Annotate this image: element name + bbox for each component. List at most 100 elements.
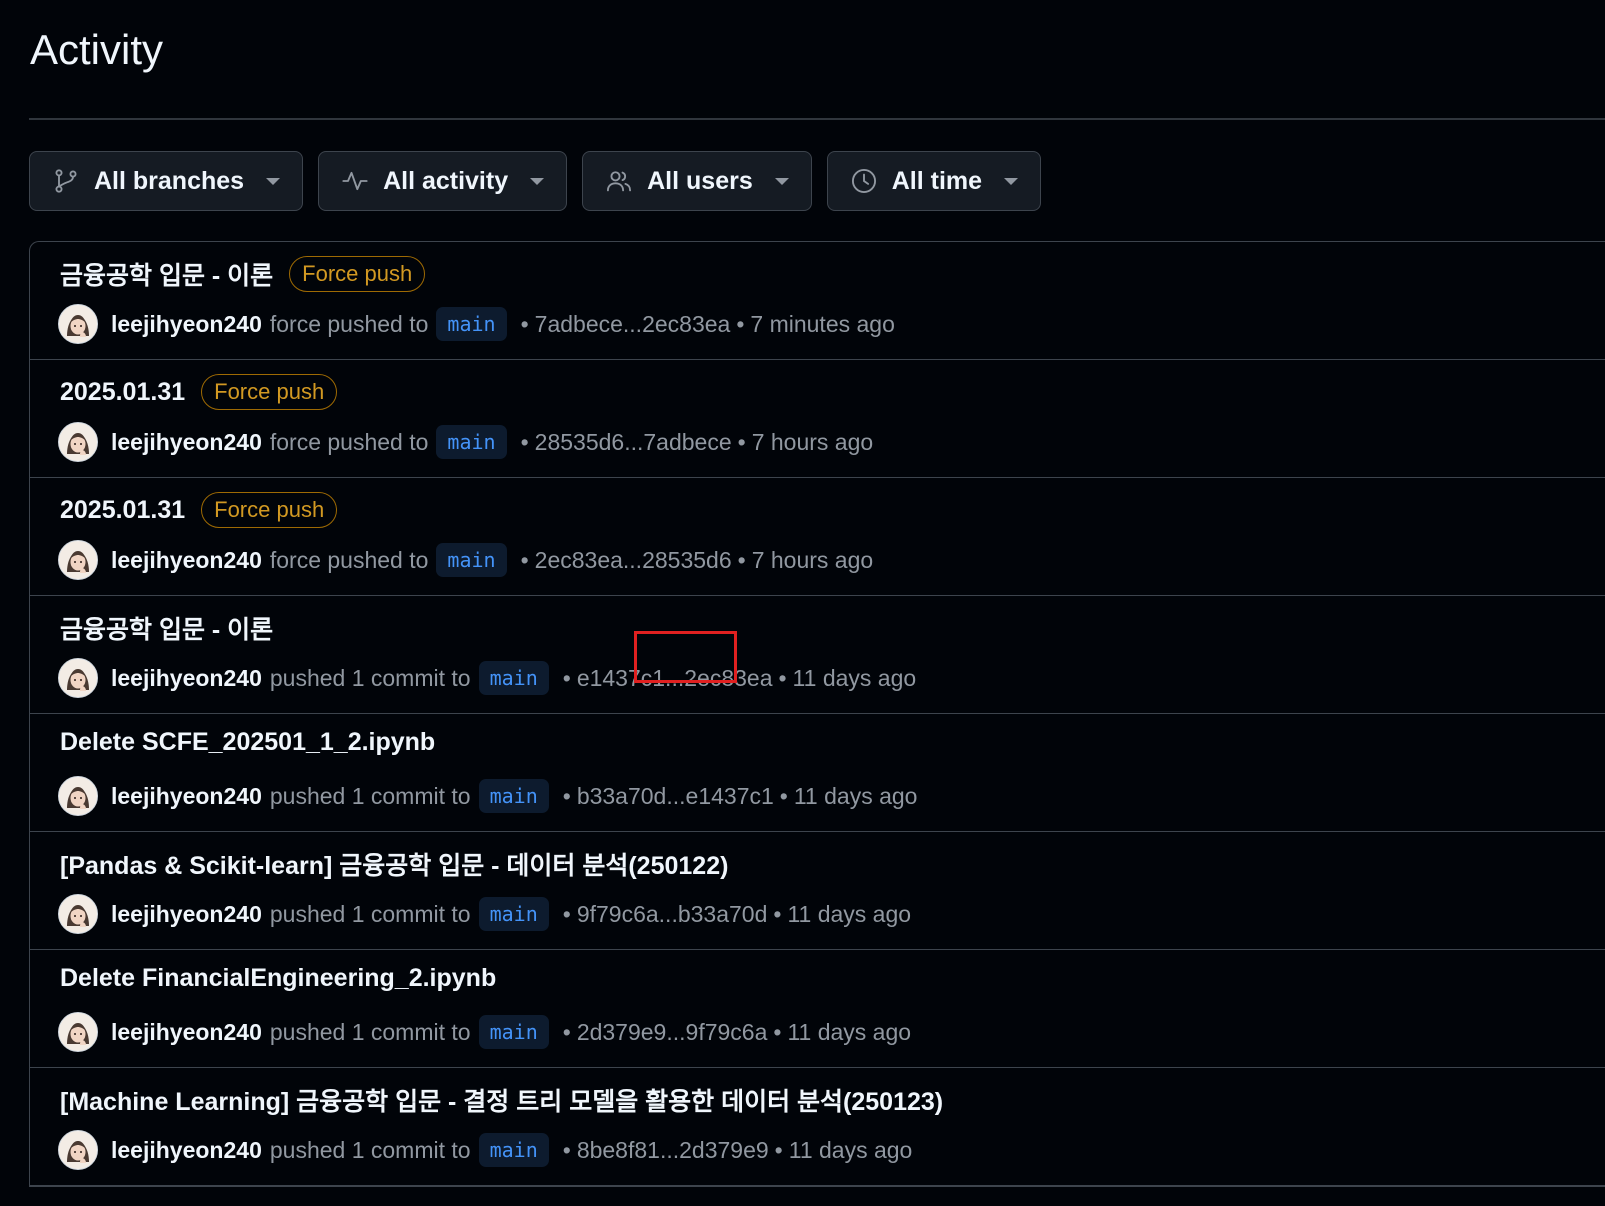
activity-title-row: 금융공학 입문 - 이론	[60, 610, 273, 646]
activity-title-row: [Machine Learning] 금융공학 입문 - 결정 트리 모델을 활…	[60, 1082, 943, 1118]
action-text: pushed 1 commit to	[269, 664, 471, 691]
relative-time: 7 minutes ago	[750, 310, 895, 337]
relative-time: 11 days ago	[787, 900, 912, 927]
avatar[interactable]	[58, 540, 98, 580]
chevron-down-icon	[530, 177, 545, 185]
branch-link[interactable]: main	[436, 425, 507, 459]
branches-filter-button[interactable]: All branches	[29, 151, 304, 211]
username-link[interactable]: leejihyeon240	[111, 783, 262, 810]
commit-message[interactable]: Delete SCFE_202501_1_2.ipynb	[60, 728, 435, 757]
activity-list: 금융공학 입문 - 이론 Force push leejihyeon240 fo…	[29, 241, 1605, 1187]
branch-link[interactable]: main	[436, 307, 507, 341]
avatar[interactable]	[58, 894, 98, 934]
commit-range-link[interactable]: 9f79c6a...b33a70d	[577, 901, 768, 928]
git-branch-icon	[52, 167, 80, 195]
branch-link[interactable]: main	[478, 661, 549, 695]
commit-range-link[interactable]: 2ec83ea...28535d6	[535, 547, 732, 574]
time-filter-button[interactable]: All time	[826, 151, 1042, 211]
separator-dot: •	[520, 546, 529, 573]
relative-time: 7 hours ago	[751, 428, 874, 455]
branch-link[interactable]: main	[478, 897, 549, 931]
username-link[interactable]: leejihyeon240	[111, 1019, 262, 1046]
commit-message[interactable]: 금융공학 입문 - 이론	[60, 610, 273, 646]
separator-dot: •	[562, 1018, 571, 1045]
activity-title-row: [Pandas & Scikit-learn] 금융공학 입문 - 데이터 분석…	[60, 846, 728, 882]
commit-message[interactable]: 2025.01.31	[60, 496, 185, 525]
separator-dot: •	[774, 1136, 783, 1163]
force-push-badge: Force push	[201, 492, 338, 528]
activity-meta: leejihyeon240 pushed 1 commit to main • …	[58, 1130, 912, 1170]
page-title: Activity	[30, 26, 164, 73]
separator-dot: •	[736, 310, 745, 337]
activity-item: 2025.01.31 Force push leejihyeon240 forc…	[30, 360, 1605, 478]
activity-meta: leejihyeon240 pushed 1 commit to main • …	[58, 894, 911, 934]
username-link[interactable]: leejihyeon240	[111, 1137, 262, 1164]
activity-item: 금융공학 입문 - 이론 leejihyeon240 pushed 1 comm…	[30, 596, 1605, 714]
separator-dot: •	[778, 664, 787, 691]
activity-meta: leejihyeon240 force pushed to main • 285…	[58, 422, 873, 462]
separator-dot: •	[779, 782, 788, 809]
avatar[interactable]	[58, 304, 98, 344]
branches-filter-label: All branches	[94, 166, 245, 195]
commit-message[interactable]: [Pandas & Scikit-learn] 금융공학 입문 - 데이터 분석…	[60, 846, 728, 882]
pulse-icon	[341, 167, 369, 195]
activity-filter-button[interactable]: All activity	[318, 151, 568, 211]
commit-range-link[interactable]: b33a70d...e1437c1	[577, 783, 774, 810]
action-text: force pushed to	[269, 428, 429, 455]
avatar[interactable]	[58, 1130, 98, 1170]
activity-item: 2025.01.31 Force push leejihyeon240 forc…	[30, 478, 1605, 596]
action-text: force pushed to	[269, 546, 429, 573]
force-push-badge: Force push	[289, 256, 426, 292]
activity-title-row: 2025.01.31 Force push	[60, 492, 338, 528]
branch-link[interactable]: main	[478, 1133, 549, 1167]
separator-dot: •	[562, 782, 571, 809]
activity-title-row: 금융공학 입문 - 이론 Force push	[60, 256, 426, 292]
username-link[interactable]: leejihyeon240	[111, 429, 262, 456]
commit-range-link[interactable]: 28535d6...7adbece	[535, 429, 732, 456]
chevron-down-icon	[774, 177, 789, 185]
branch-link[interactable]: main	[436, 543, 507, 577]
separator-dot: •	[737, 428, 746, 455]
action-text: pushed 1 commit to	[269, 1018, 471, 1045]
activity-meta: leejihyeon240 pushed 1 commit to main • …	[58, 1012, 911, 1052]
commit-range-link[interactable]: e1437c1...2ec83ea	[577, 665, 773, 692]
commit-range-link[interactable]: 7adbece...2ec83ea	[535, 311, 731, 338]
separator-dot: •	[562, 900, 571, 927]
activity-meta: leejihyeon240 force pushed to main • 2ec…	[58, 540, 873, 580]
activity-title-row: Delete SCFE_202501_1_2.ipynb	[60, 728, 435, 757]
avatar[interactable]	[58, 422, 98, 462]
activity-item: [Pandas & Scikit-learn] 금융공학 입문 - 데이터 분석…	[30, 832, 1605, 950]
separator-dot: •	[562, 664, 571, 691]
activity-item: 금융공학 입문 - 이론 Force push leejihyeon240 fo…	[30, 242, 1605, 360]
branch-link[interactable]: main	[478, 779, 549, 813]
activity-meta: leejihyeon240 force pushed to main • 7ad…	[58, 304, 895, 344]
relative-time: 11 days ago	[792, 664, 917, 691]
avatar[interactable]	[58, 1012, 98, 1052]
activity-meta: leejihyeon240 pushed 1 commit to main • …	[58, 776, 917, 816]
commit-range-link[interactable]: 8be8f81...2d379e9	[577, 1137, 769, 1164]
users-filter-button[interactable]: All users	[582, 151, 812, 211]
avatar[interactable]	[58, 658, 98, 698]
avatar[interactable]	[58, 776, 98, 816]
username-link[interactable]: leejihyeon240	[111, 665, 262, 692]
chevron-down-icon	[1004, 177, 1019, 185]
activity-item: Delete FinancialEngineering_2.ipynb leej…	[30, 950, 1605, 1068]
commit-message[interactable]: 2025.01.31	[60, 378, 185, 407]
action-text: pushed 1 commit to	[269, 1136, 471, 1163]
users-filter-label: All users	[647, 166, 753, 195]
commit-message[interactable]: [Machine Learning] 금융공학 입문 - 결정 트리 모델을 활…	[60, 1082, 943, 1118]
action-text: force pushed to	[269, 310, 429, 337]
username-link[interactable]: leejihyeon240	[111, 901, 262, 928]
commit-range-link[interactable]: 2d379e9...9f79c6a	[577, 1019, 768, 1046]
commit-message[interactable]: 금융공학 입문 - 이론	[60, 256, 273, 292]
people-icon	[605, 167, 633, 195]
activity-title-row: Delete FinancialEngineering_2.ipynb	[60, 964, 496, 993]
chevron-down-icon	[266, 177, 281, 185]
action-text: pushed 1 commit to	[269, 782, 471, 809]
relative-time: 11 days ago	[788, 1136, 913, 1163]
username-link[interactable]: leejihyeon240	[111, 547, 262, 574]
branch-link[interactable]: main	[478, 1015, 549, 1049]
commit-message[interactable]: Delete FinancialEngineering_2.ipynb	[60, 964, 496, 993]
username-link[interactable]: leejihyeon240	[111, 311, 262, 338]
separator-dot: •	[562, 1136, 571, 1163]
